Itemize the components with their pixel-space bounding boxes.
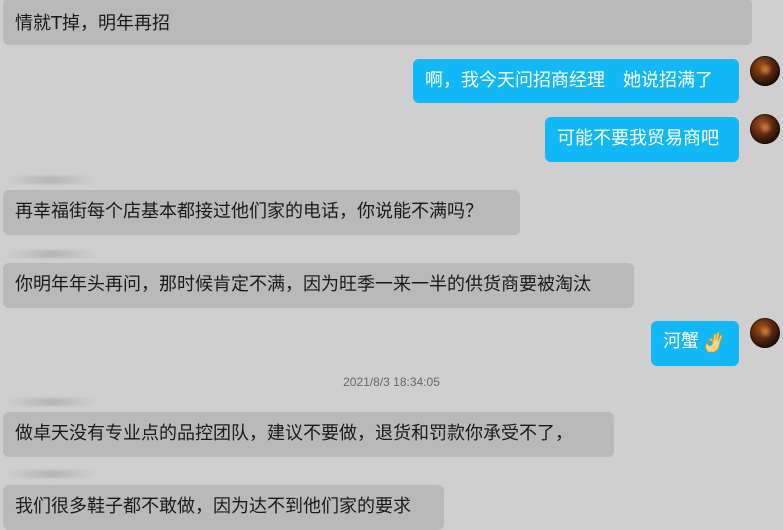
- ok-hand-icon: [705, 331, 723, 353]
- message-text: 啊，我今天问招商经理 她说招满了: [425, 70, 713, 91]
- outgoing-message[interactable]: 可能不要我贸易商吧: [545, 117, 739, 162]
- message-text: 再幸福街每个店基本都接过他们家的电话，你说能不满吗？: [15, 201, 483, 222]
- message-text: 情就T掉，明年再招: [15, 13, 170, 34]
- my-avatar[interactable]: [750, 318, 780, 348]
- message-text: 河蟹: [663, 331, 699, 352]
- message-text: 你明年年头再问，那时候肯定不满，因为旺季一来一半的供货商要被淘汰: [15, 274, 591, 295]
- incoming-message[interactable]: 情就T掉，明年再招: [3, 0, 752, 45]
- sender-name-blurred: [6, 398, 96, 406]
- incoming-message[interactable]: 你明年年头再问，那时候肯定不满，因为旺季一来一半的供货商要被淘汰: [3, 263, 634, 308]
- sender-name-blurred: [6, 250, 96, 258]
- message-text: 做卓天没有专业点的品控团队，建议不要做，退货和罚款你承受不了，: [15, 423, 573, 444]
- my-avatar[interactable]: [750, 56, 780, 86]
- outgoing-message[interactable]: 河蟹: [651, 321, 739, 366]
- message-timestamp: 2021/8/3 18:34:05: [343, 375, 440, 389]
- my-avatar[interactable]: [750, 114, 780, 144]
- incoming-message[interactable]: 再幸福街每个店基本都接过他们家的电话，你说能不满吗？: [3, 190, 520, 235]
- sender-name-blurred: [6, 176, 96, 184]
- incoming-message[interactable]: 做卓天没有专业点的品控团队，建议不要做，退货和罚款你承受不了，: [3, 412, 614, 457]
- incoming-message[interactable]: 我们很多鞋子都不敢做，因为达不到他们家的要求: [3, 485, 444, 530]
- message-text: 可能不要我贸易商吧: [557, 128, 719, 149]
- sender-name-blurred: [6, 470, 96, 478]
- outgoing-message[interactable]: 啊，我今天问招商经理 她说招满了: [413, 59, 739, 103]
- message-text: 我们很多鞋子都不敢做，因为达不到他们家的要求: [15, 496, 411, 517]
